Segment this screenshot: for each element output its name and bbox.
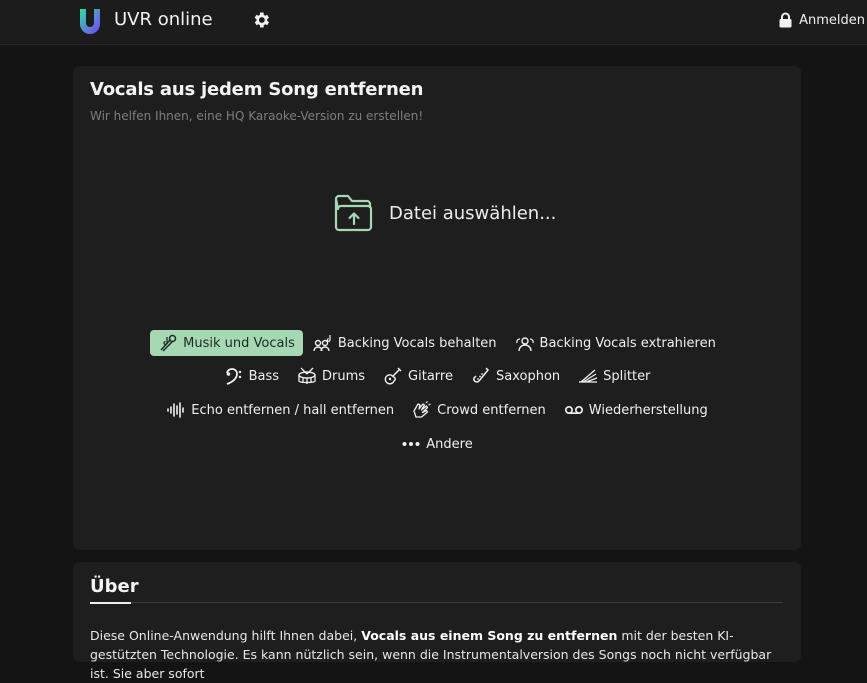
app-title[interactable]: UVR online [114, 9, 213, 31]
drum-icon [298, 367, 316, 384]
mode-label: Splitter [603, 368, 651, 384]
mode-label: Saxophon [495, 368, 561, 384]
login-button[interactable]: Anmelden [778, 10, 865, 30]
mode-row: Bass Drums Gitarre Saxophon Splitter [73, 363, 801, 389]
mode-saxophone[interactable]: Saxophon [463, 363, 568, 389]
mode-crowd-removal[interactable]: Crowd entfernen [404, 397, 554, 423]
clapping-hands-icon [413, 401, 431, 418]
uvr-logo-icon[interactable] [77, 8, 103, 34]
mode-backing-vocals-keep[interactable]: Backing Vocals behalten [305, 330, 505, 356]
bass-clef-icon [225, 368, 241, 385]
mode-label: Backing Vocals extrahieren [539, 335, 716, 351]
backing-vocals-extract-icon [515, 337, 534, 352]
mode-drums[interactable]: Drums [289, 363, 373, 389]
about-text: Diese Online-Anwendung hilft Ihnen dabei… [90, 626, 783, 683]
file-select-button[interactable]: Datei auswählen... [333, 193, 556, 233]
file-select-label: Datei auswählen... [389, 202, 557, 224]
about-text-bold: Vocals aus einem Song zu entfernen [361, 628, 618, 643]
splitter-icon [579, 369, 598, 383]
about-section: Über Diese Online-Anwendung hilft Ihnen … [73, 562, 801, 681]
mode-label: Musik und Vocals [183, 335, 295, 351]
page-title: Vocals aus jedem Song entfernen [90, 79, 424, 100]
title-underline [90, 602, 131, 604]
mode-label: Drums [322, 368, 366, 384]
page-subtitle: Wir helfen Ihnen, eine HQ Karaoke-Versio… [90, 109, 424, 123]
about-title: Über [90, 576, 139, 597]
divider [90, 602, 783, 603]
mode-backing-vocals-extract[interactable]: Backing Vocals extrahieren [507, 330, 724, 356]
mode-row: Musik und Vocals Backing Vocals behalten… [73, 329, 801, 357]
mode-guitar[interactable]: Gitarre [375, 363, 461, 389]
top-navbar: UVR online Anmelden [0, 0, 867, 45]
mode-label: Wiederherstellung [588, 402, 708, 418]
mode-label: Crowd entfernen [437, 402, 546, 418]
mode-label: Echo entfernen / hall entfernen [191, 402, 395, 418]
mode-echo-reverb[interactable]: Echo entfernen / hall entfernen [158, 397, 402, 423]
music-vocals-icon [160, 334, 177, 352]
folder-upload-icon [334, 194, 373, 232]
backing-vocals-keep-icon [313, 335, 331, 352]
waveform-icon [167, 402, 185, 418]
about-text-part: Diese Online-Anwendung hilft Ihnen dabei… [90, 628, 362, 643]
mode-label: Bass [248, 368, 280, 384]
login-label: Anmelden [799, 12, 865, 28]
lock-icon [779, 12, 792, 28]
main-card: Vocals aus jedem Song entfernen Wir helf… [73, 66, 801, 550]
mode-label: Andere [426, 436, 473, 452]
mode-music-vocals[interactable]: Musik und Vocals [150, 330, 303, 356]
mode-splitter[interactable]: Splitter [570, 363, 658, 389]
mode-label: Gitarre [408, 368, 453, 384]
mode-bass[interactable]: Bass [216, 363, 287, 389]
saxophone-icon [473, 367, 489, 383]
more-dots-icon [402, 442, 420, 446]
mode-row: Andere [73, 430, 801, 458]
mode-selector: Musik und Vocals Backing Vocals behalten… [73, 329, 801, 464]
gear-icon[interactable] [251, 10, 271, 30]
guitar-icon [384, 367, 402, 385]
mode-restoration[interactable]: Wiederherstellung [556, 397, 716, 423]
mode-other[interactable]: Andere [393, 431, 480, 457]
mode-label: Backing Vocals behalten [337, 335, 497, 351]
mode-row: Echo entfernen / hall entfernen Crowd en… [73, 397, 801, 423]
voicemail-icon [564, 406, 583, 414]
